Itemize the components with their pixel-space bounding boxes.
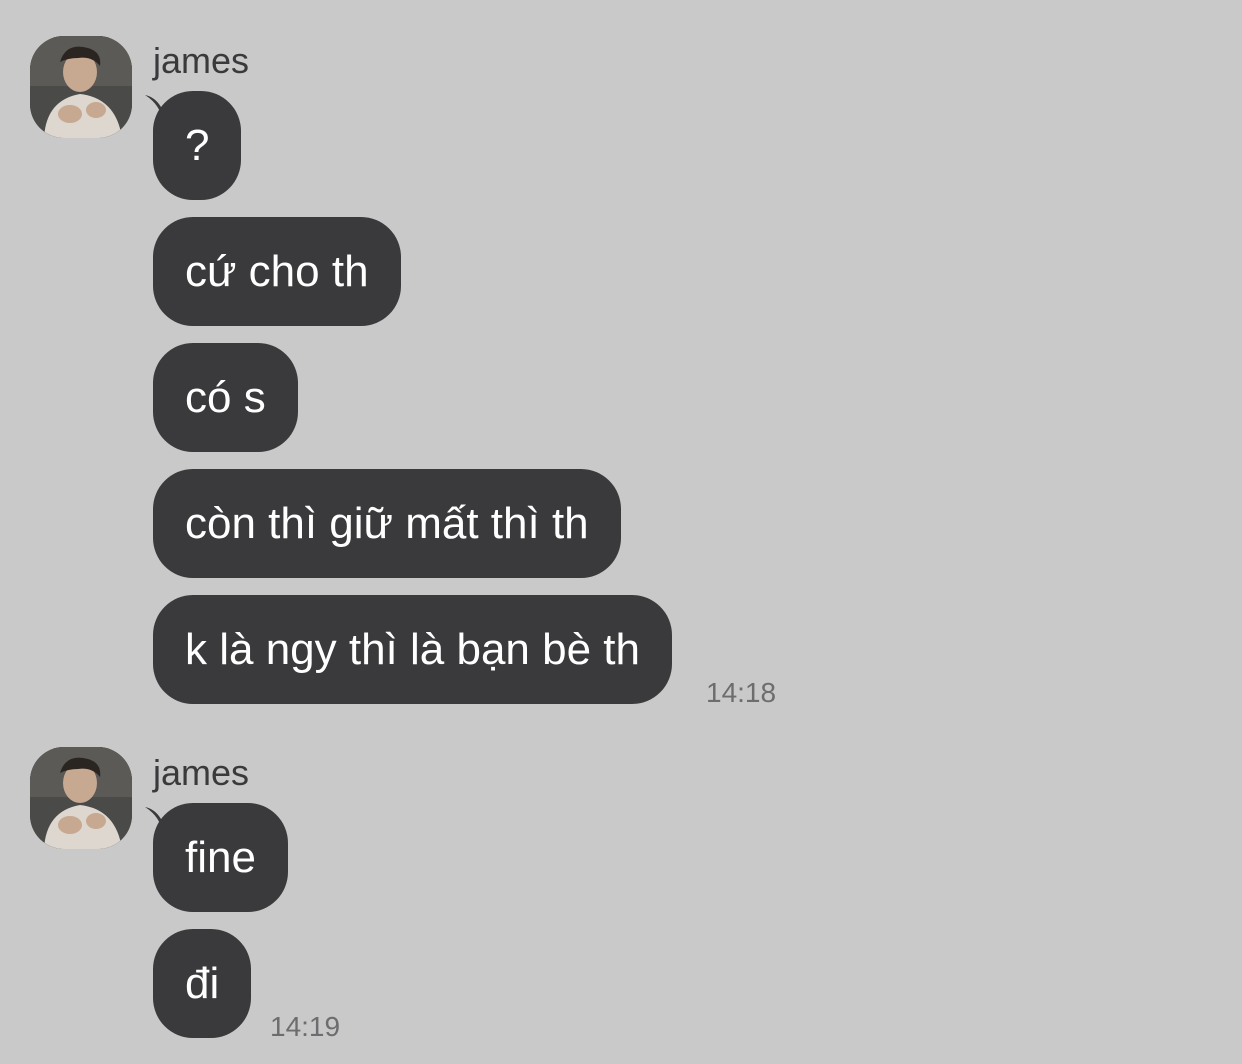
timestamp: 14:18 (706, 677, 777, 708)
message-bubble[interactable]: có s (153, 343, 298, 452)
message-bubble[interactable]: cứ cho th (153, 217, 401, 326)
message-bubble[interactable]: đi (153, 929, 252, 1038)
user-photo-icon (30, 747, 132, 849)
avatar[interactable] (30, 36, 132, 138)
message-bubble[interactable]: ? (153, 91, 242, 200)
sender-name: james (153, 40, 250, 81)
message-bubble[interactable]: fine (153, 803, 288, 912)
user-photo-icon (30, 36, 132, 138)
message-bubble[interactable]: k là ngy thì là bạn bè th (153, 595, 672, 704)
sender-name: james (153, 752, 250, 793)
message-bubble[interactable]: còn thì giữ mất thì th (153, 469, 621, 578)
avatar[interactable] (30, 747, 132, 849)
timestamp: 14:19 (270, 1011, 341, 1042)
